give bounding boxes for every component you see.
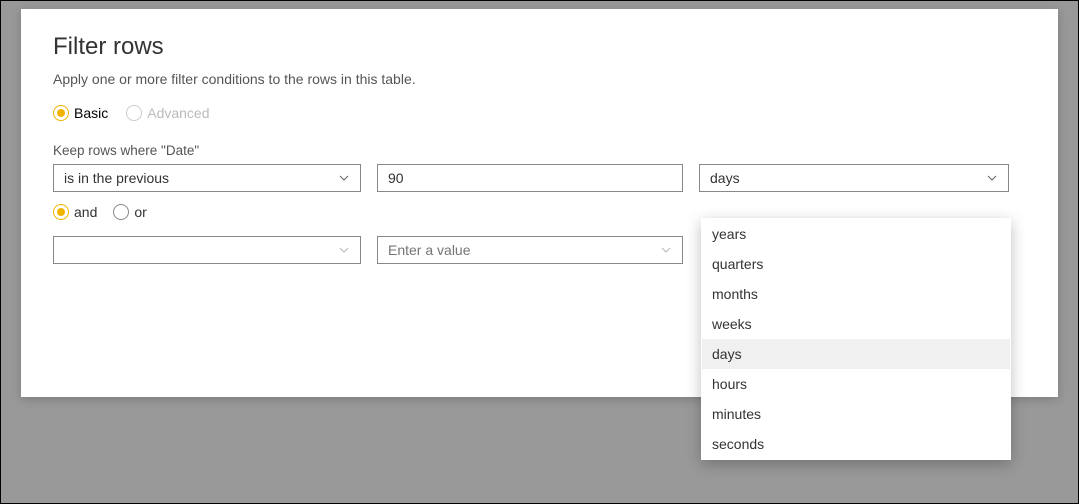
filter-mode-tabs: Basic Advanced [53, 105, 1026, 121]
dropdown-item-seconds[interactable]: seconds [702, 429, 1010, 459]
radio-icon [113, 204, 129, 220]
dropdown-item-hours[interactable]: hours [702, 369, 1010, 399]
unit-value: days [710, 170, 740, 186]
dialog-title: Filter rows [53, 33, 1026, 61]
filter-row-1: is in the previous days [53, 164, 1026, 192]
dropdown-item-months[interactable]: months [702, 279, 1010, 309]
and-label: and [74, 204, 97, 220]
unit-dropdown[interactable]: years quarters months weeks days hours m… [701, 218, 1011, 460]
radio-icon [53, 204, 69, 220]
unit-select-1[interactable]: days [699, 164, 1009, 192]
chevron-down-icon [338, 244, 350, 256]
dropdown-item-years[interactable]: years [702, 219, 1010, 249]
dropdown-item-quarters[interactable]: quarters [702, 249, 1010, 279]
value-field-2[interactable] [388, 242, 660, 258]
radio-icon [126, 105, 142, 121]
or-label: or [134, 204, 146, 220]
basic-label: Basic [74, 105, 108, 121]
dropdown-item-weeks[interactable]: weeks [702, 309, 1010, 339]
radio-icon [53, 105, 69, 121]
value-field[interactable] [388, 170, 672, 186]
dropdown-item-days[interactable]: days [702, 339, 1010, 369]
operator-select-1[interactable]: is in the previous [53, 164, 361, 192]
dropdown-item-minutes[interactable]: minutes [702, 399, 1010, 429]
basic-radio[interactable]: Basic [53, 105, 108, 121]
advanced-radio[interactable]: Advanced [126, 105, 209, 121]
chevron-down-icon [660, 244, 672, 256]
operator-value: is in the previous [64, 170, 169, 186]
value-input-1[interactable] [377, 164, 683, 192]
chevron-down-icon [338, 172, 350, 184]
keep-rows-label: Keep rows where "Date" [53, 143, 1026, 158]
and-radio[interactable]: and [53, 204, 97, 220]
advanced-label: Advanced [147, 105, 209, 121]
chevron-down-icon [986, 172, 998, 184]
or-radio[interactable]: or [113, 204, 146, 220]
dialog-subtitle: Apply one or more filter conditions to t… [53, 71, 1026, 87]
value-input-2[interactable] [377, 236, 683, 264]
operator-select-2[interactable] [53, 236, 361, 264]
